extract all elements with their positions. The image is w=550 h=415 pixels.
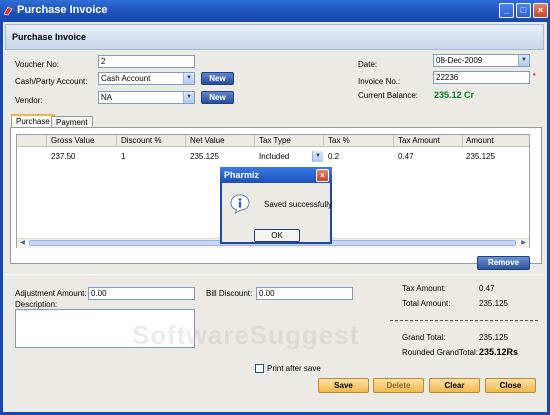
cell-tax-type[interactable]: Included xyxy=(259,152,289,161)
print-after-save-checkbox[interactable] xyxy=(255,364,264,373)
column-separator xyxy=(323,135,324,147)
column-separator xyxy=(116,135,117,147)
dialog-close-icon[interactable]: × xyxy=(316,169,329,182)
save-button[interactable]: Save xyxy=(318,378,369,393)
tab-purchase[interactable]: Purchase xyxy=(11,114,55,128)
close-icon[interactable]: × xyxy=(533,3,548,18)
cell-net-value[interactable]: 235.125 xyxy=(190,152,219,161)
totals-divider xyxy=(390,320,538,321)
vendor-value: NA xyxy=(101,93,113,102)
column-header-tax-amount[interactable]: Tax Amount xyxy=(398,136,440,145)
cell-tax-amount[interactable]: 0.47 xyxy=(398,152,414,161)
dialog-ok-button[interactable]: OK xyxy=(254,229,300,242)
column-separator xyxy=(254,135,255,147)
minimize-icon[interactable]: _ xyxy=(499,3,514,18)
vendor-label: Vendor: xyxy=(15,96,43,105)
column-separator xyxy=(393,135,394,147)
voucher-no-label: Voucher No: xyxy=(15,60,60,69)
delete-button[interactable]: Delete xyxy=(373,378,424,393)
clear-button[interactable]: Clear xyxy=(429,378,480,393)
column-separator xyxy=(185,135,186,147)
invoice-no-field[interactable]: 22236 xyxy=(433,71,530,84)
chevron-down-icon[interactable]: ▼ xyxy=(518,55,529,66)
date-label: Date: xyxy=(358,60,378,69)
cell-gross-value[interactable]: 237.50 xyxy=(51,152,75,161)
column-header-discount[interactable]: Discount % xyxy=(121,136,161,145)
scroll-right-icon[interactable]: ▶ xyxy=(519,239,528,247)
tax-amount-label: Tax Amount: xyxy=(402,284,447,293)
window-title: Purchase Invoice xyxy=(17,4,108,16)
cell-tax-pct[interactable]: 0.2 xyxy=(328,152,339,161)
chevron-down-icon[interactable]: ▼ xyxy=(312,151,323,162)
adjustment-field[interactable]: 0.00 xyxy=(88,287,195,300)
app-icon xyxy=(3,6,13,16)
current-balance-value: 235.12 Cr xyxy=(434,90,475,100)
adjustment-label: Adjustment Amount: xyxy=(15,289,87,298)
info-icon xyxy=(230,194,250,214)
grand-total-value: 235.125 xyxy=(479,333,508,342)
chevron-down-icon[interactable]: ▼ xyxy=(183,73,194,84)
column-header-tax-pct[interactable]: Tax % xyxy=(328,136,350,145)
column-separator xyxy=(462,135,463,147)
date-picker[interactable]: 08-Dec-2009 xyxy=(433,54,530,67)
remove-button[interactable]: Remove xyxy=(477,256,530,270)
date-value: 08-Dec-2009 xyxy=(436,56,483,65)
cash-party-value: Cash Account xyxy=(101,74,151,83)
cell-amount[interactable]: 235.125 xyxy=(466,152,495,161)
bill-discount-field[interactable]: 0.00 xyxy=(256,287,353,300)
new-party-button[interactable]: New xyxy=(201,72,234,85)
bill-discount-label: Bill Discount: xyxy=(206,289,253,298)
required-marker: • xyxy=(533,70,536,79)
vendor-select[interactable]: NA xyxy=(98,91,195,104)
column-header-gross-value[interactable]: Gross Value xyxy=(51,136,94,145)
dialog-message: Saved successfully xyxy=(264,200,333,209)
scroll-left-icon[interactable]: ◀ xyxy=(18,239,27,247)
dialog-title: Pharmiz xyxy=(224,170,260,180)
grand-total-label: Grand Total: xyxy=(402,333,446,342)
maximize-icon[interactable]: □ xyxy=(516,3,531,18)
cash-party-label: Cash/Party Account: xyxy=(15,77,88,86)
current-balance-label: Current Balance: xyxy=(358,91,419,100)
column-separator xyxy=(46,135,47,147)
cash-party-select[interactable]: Cash Account xyxy=(98,72,195,85)
column-header-amount[interactable]: Amount xyxy=(466,136,494,145)
voucher-no-field[interactable]: 2 xyxy=(98,55,195,68)
tax-amount-value: 0.47 xyxy=(479,284,495,293)
watermark: SoftwareSuggest xyxy=(132,320,360,350)
page-title: Purchase Invoice xyxy=(12,32,87,42)
column-header-net-value[interactable]: Net Value xyxy=(190,136,225,145)
new-vendor-button[interactable]: New xyxy=(201,91,234,104)
print-after-save-label: Print after save xyxy=(267,364,321,373)
invoice-no-label: Invoice No.: xyxy=(358,77,401,86)
rounded-grand-total-value: 235.12Rs xyxy=(479,347,519,357)
rounded-grand-total-label: Rounded GrandTotal: xyxy=(402,348,479,357)
description-label: Description: xyxy=(15,300,58,309)
cell-discount[interactable]: 1 xyxy=(121,152,125,161)
total-amount-label: Total Amount: xyxy=(402,299,451,308)
chevron-down-icon[interactable]: ▼ xyxy=(183,92,194,103)
close-button[interactable]: Close xyxy=(485,378,536,393)
column-header-tax-type[interactable]: Tax Type xyxy=(259,136,291,145)
total-amount-value: 235.125 xyxy=(479,299,508,308)
